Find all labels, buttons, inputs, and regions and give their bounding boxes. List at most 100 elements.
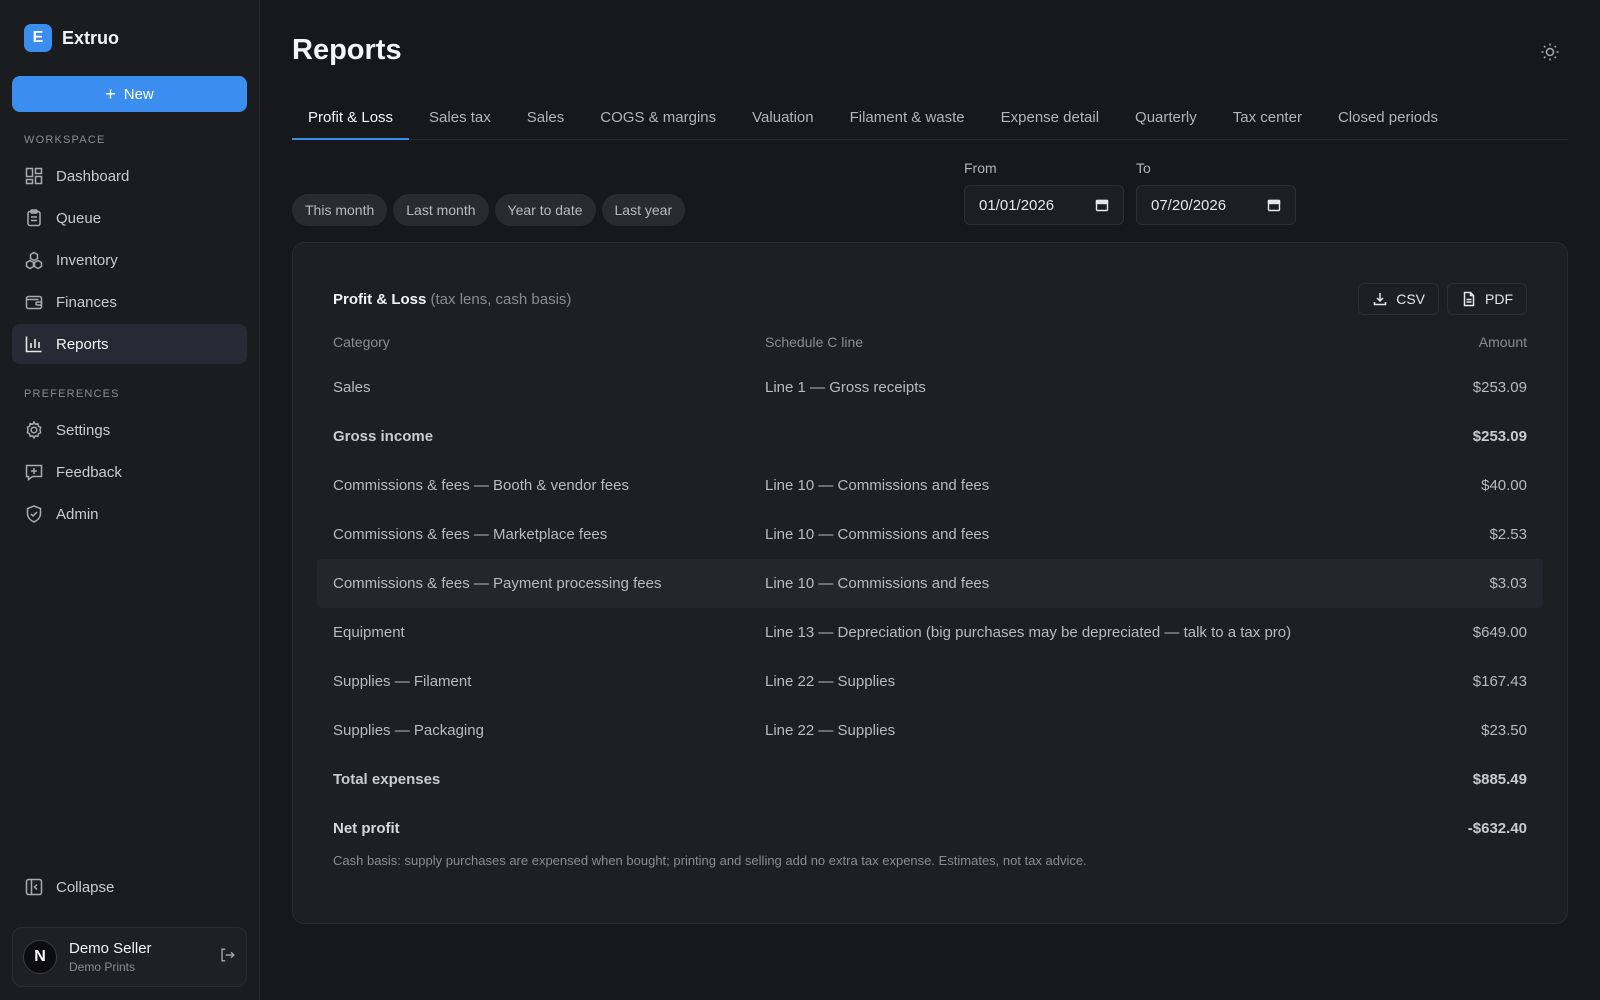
- report-subtitle: (tax lens, cash basis): [430, 291, 572, 308]
- row-amount: $23.50: [1481, 722, 1527, 739]
- workspace-section-label: WORKSPACE: [24, 134, 106, 146]
- row-category: Commissions & fees — Marketplace fees: [333, 526, 608, 543]
- bar-chart-icon: [25, 336, 42, 353]
- sidebar-item-label: Finances: [56, 293, 117, 311]
- table-row-gross-income: Gross income $253.09: [317, 412, 1543, 461]
- sidebar-item-label: Reports: [56, 335, 109, 353]
- tab-sales-tax[interactable]: Sales tax: [413, 98, 507, 140]
- tab-sales[interactable]: Sales: [511, 98, 581, 140]
- row-amount: -$632.40: [1467, 820, 1527, 837]
- preset-last-year[interactable]: Last year: [601, 194, 686, 226]
- row-schedule-line: Line 22 — Supplies: [765, 722, 896, 739]
- row-category: Gross income: [333, 428, 434, 445]
- row-amount: $253.09: [1472, 428, 1527, 445]
- preset-this-month[interactable]: This month: [292, 194, 388, 226]
- calendar-icon[interactable]: [1267, 198, 1281, 212]
- tab-expense-detail[interactable]: Expense detail: [985, 98, 1115, 140]
- table-row: Supplies — Filament Line 22 — Supplies $…: [317, 657, 1543, 706]
- preset-year-to-date[interactable]: Year to date: [494, 194, 596, 226]
- table-row: Supplies — Packaging Line 22 — Supplies …: [317, 706, 1543, 755]
- to-date-input[interactable]: 07/20/2026: [1136, 185, 1296, 225]
- date-presets: This month Last month Year to date Last …: [292, 194, 686, 226]
- table-row-total-expenses: Total expenses $885.49: [317, 755, 1543, 804]
- tab-tax-center[interactable]: Tax center: [1217, 98, 1318, 140]
- preset-last-month[interactable]: Last month: [393, 194, 489, 226]
- row-amount: $2.53: [1489, 526, 1527, 543]
- sidebar-item-reports[interactable]: Reports: [12, 324, 247, 364]
- brand[interactable]: E Extruo: [12, 0, 247, 76]
- row-schedule-line: Line 1 — Gross receipts: [765, 379, 926, 396]
- tab-filament-waste[interactable]: Filament & waste: [834, 98, 981, 140]
- user-name: Demo Seller: [69, 940, 152, 957]
- from-label: From: [964, 160, 997, 176]
- new-button[interactable]: + New: [12, 76, 247, 112]
- tab-valuation[interactable]: Valuation: [736, 98, 829, 140]
- export-actions: CSV PDF: [1358, 283, 1527, 315]
- user-card[interactable]: N Demo Seller Demo Prints: [12, 927, 247, 987]
- plus-icon: +: [105, 84, 116, 104]
- from-date-value: 01/01/2026: [979, 196, 1055, 214]
- row-category: Supplies — Packaging: [333, 722, 484, 739]
- row-amount: $40.00: [1481, 477, 1527, 494]
- row-category: Supplies — Filament: [333, 673, 472, 690]
- file-icon: [1463, 291, 1475, 307]
- pdf-label: PDF: [1485, 291, 1513, 307]
- sidebar-item-queue[interactable]: Queue: [12, 198, 247, 238]
- sidebar-item-label: Inventory: [56, 251, 118, 269]
- from-date-input[interactable]: 01/01/2026: [964, 185, 1124, 225]
- tab-closed-periods[interactable]: Closed periods: [1322, 98, 1454, 140]
- download-icon: [1373, 293, 1387, 306]
- row-schedule-line: Line 22 — Supplies: [765, 673, 896, 690]
- to-date-value: 07/20/2026: [1151, 196, 1227, 214]
- row-category: Commissions & fees — Payment processing …: [333, 575, 662, 592]
- column-header-schedule-c: Schedule C line: [765, 334, 864, 350]
- table-header: Category Schedule C line Amount: [317, 321, 1543, 363]
- sidebar-item-label: Queue: [56, 209, 102, 227]
- csv-label: CSV: [1396, 291, 1425, 307]
- tab-quarterly[interactable]: Quarterly: [1119, 98, 1213, 140]
- app-root: E Extruo + New WORKSPACE Dashboard Queue: [0, 0, 1600, 1000]
- sidebar-item-label: Dashboard: [56, 167, 130, 185]
- sidebar-item-settings[interactable]: Settings: [12, 410, 247, 450]
- column-header-amount: Amount: [1478, 334, 1527, 350]
- tab-profit-loss[interactable]: Profit & Loss: [292, 98, 410, 140]
- table-row: Commissions & fees — Payment processing …: [317, 559, 1543, 608]
- collapse-label: Collapse: [56, 878, 115, 896]
- brand-name: Extruo: [62, 27, 120, 48]
- user-org: Demo Prints: [69, 960, 136, 974]
- row-category: Net profit: [333, 820, 400, 837]
- sidebar-item-admin[interactable]: Admin: [12, 494, 247, 534]
- sidebar-item-dashboard[interactable]: Dashboard: [12, 156, 247, 196]
- table-row: Sales Line 1 — Gross receipts $253.09: [317, 363, 1543, 412]
- table-row-net-profit: Net profit -$632.40: [317, 804, 1543, 853]
- row-category: Equipment: [333, 624, 405, 641]
- report-tabs: Profit & Loss Sales tax Sales COGS & mar…: [292, 98, 1568, 140]
- calendar-icon[interactable]: [1095, 198, 1109, 212]
- row-schedule-line: Line 13 — Depreciation (big purchases ma…: [765, 624, 1292, 641]
- table-row: Equipment Line 13 — Depreciation (big pu…: [317, 608, 1543, 657]
- tab-cogs-margins[interactable]: COGS & margins: [584, 98, 732, 140]
- shield-icon: [26, 505, 42, 523]
- row-amount: $885.49: [1472, 771, 1527, 788]
- sidebar-item-label: Settings: [56, 421, 111, 439]
- logout-icon[interactable]: [218, 946, 236, 969]
- sun-icon[interactable]: [1540, 42, 1560, 62]
- sidebar-item-finances[interactable]: Finances: [12, 282, 247, 322]
- collapse-button[interactable]: Collapse: [12, 867, 247, 907]
- to-label: To: [1136, 160, 1151, 176]
- csv-export-button[interactable]: CSV: [1358, 283, 1439, 315]
- row-category: Commissions & fees — Booth & vendor fees: [333, 477, 629, 494]
- table-row: Commissions & fees — Marketplace fees Li…: [317, 510, 1543, 559]
- from-date-group: From 01/01/2026: [964, 160, 1124, 225]
- sidebar-item-inventory[interactable]: Inventory: [12, 240, 247, 280]
- page-title: Reports: [292, 34, 402, 66]
- row-category: Sales: [333, 379, 371, 396]
- row-amount: $253.09: [1472, 379, 1527, 396]
- pl-table: Category Schedule C line Amount Sales Li…: [317, 321, 1543, 853]
- preferences-section-label: PREFERENCES: [24, 388, 120, 400]
- pdf-export-button[interactable]: PDF: [1447, 283, 1527, 315]
- row-schedule-line: Line 10 — Commissions and fees: [765, 526, 990, 543]
- message-plus-icon: [25, 464, 43, 481]
- brand-logo: E: [24, 24, 52, 52]
- sidebar-item-feedback[interactable]: Feedback: [12, 452, 247, 492]
